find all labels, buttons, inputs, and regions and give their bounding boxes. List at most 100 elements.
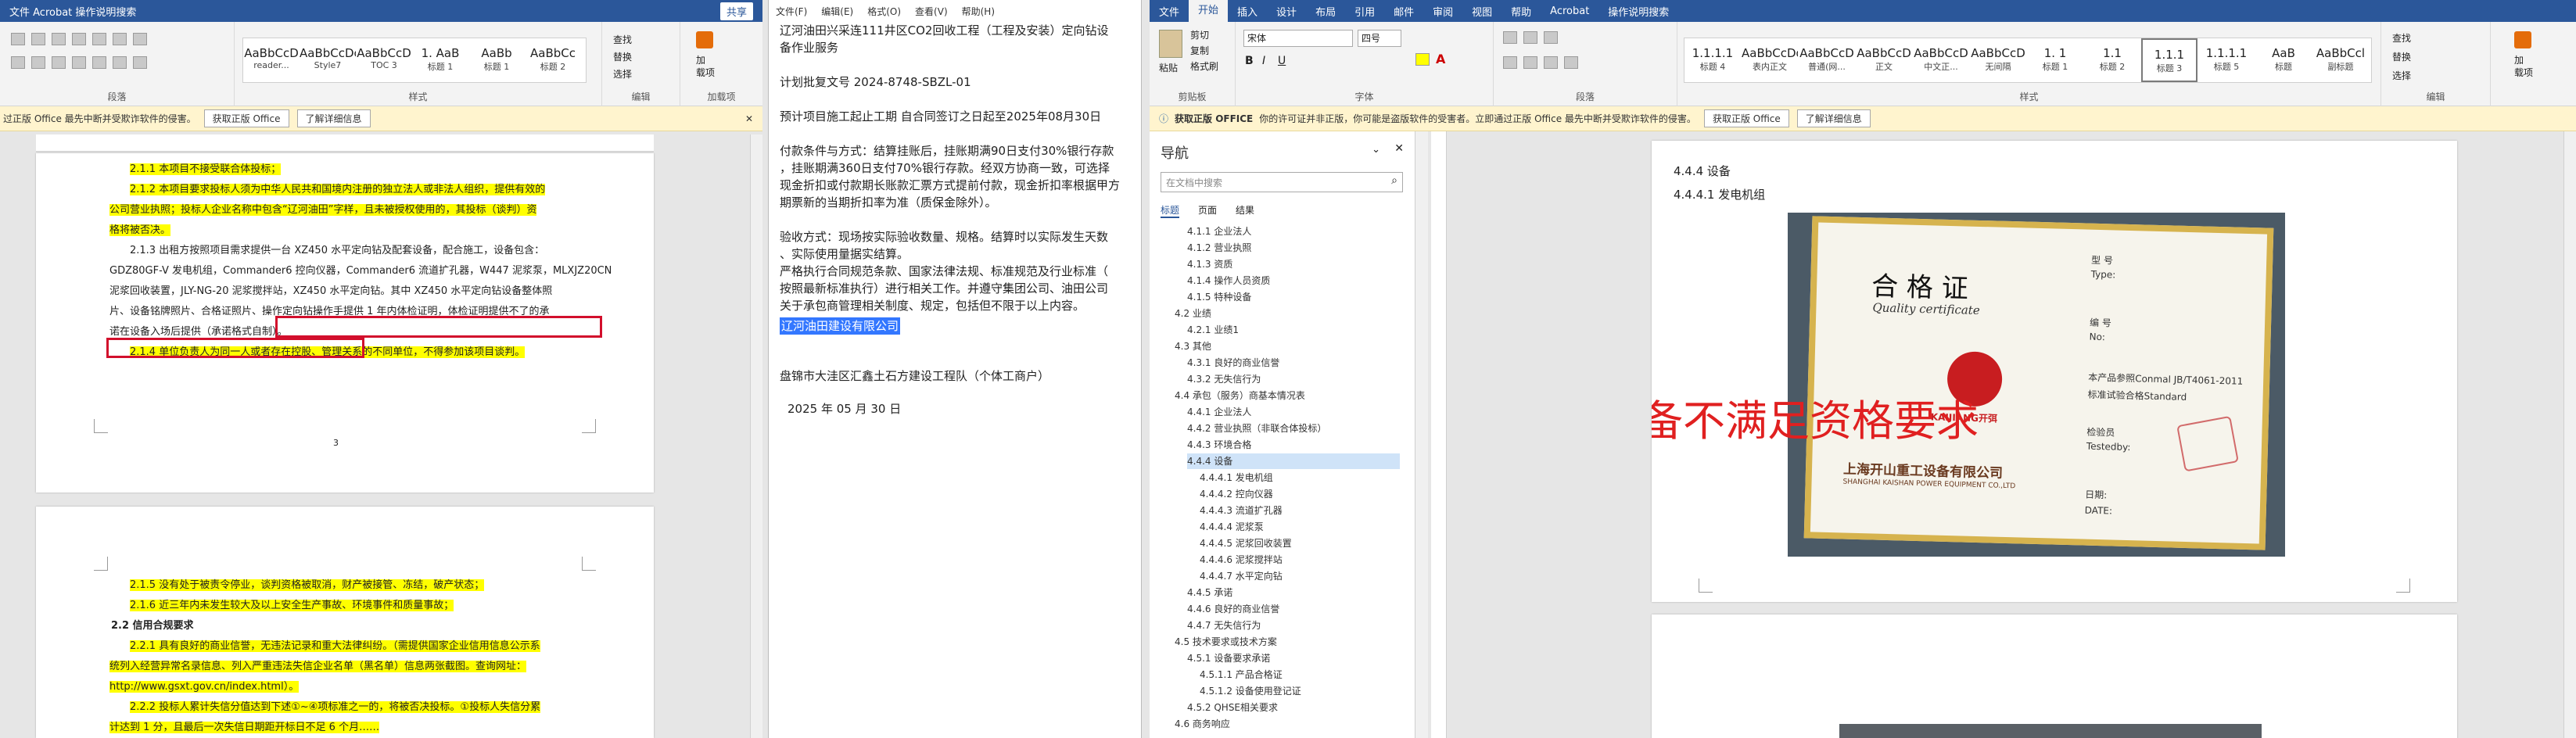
nav-heading-item[interactable]: 4.2.1 业绩1 xyxy=(1187,322,1400,338)
left-get-office-button[interactable]: 获取正版 Office xyxy=(203,109,289,127)
find-button[interactable]: 查找 xyxy=(2392,31,2411,45)
multilevel-icon[interactable] xyxy=(52,33,66,45)
ribbon-tab[interactable]: 引用 xyxy=(1345,4,1384,19)
bold-button[interactable]: B xyxy=(1245,55,1254,67)
justify-icon[interactable] xyxy=(1564,56,1578,69)
search-icon[interactable]: ⌕ xyxy=(1391,174,1397,187)
style-item[interactable]: AaB 标题 xyxy=(2255,38,2312,82)
select-button[interactable]: 选择 xyxy=(613,67,632,81)
font-name-select[interactable]: 宋体 xyxy=(1243,30,1353,47)
nav-heading-item[interactable]: 4.4 承包（服务）商基本情况表 xyxy=(1175,388,1400,403)
align-left-icon[interactable] xyxy=(11,56,25,69)
ribbon-tab[interactable]: 视图 xyxy=(1462,4,1501,19)
nav-heading-item[interactable]: 4.2 业绩 xyxy=(1175,306,1400,321)
format-painter-button[interactable]: 格式刷 xyxy=(1190,59,1218,73)
paste-icon[interactable] xyxy=(1159,30,1182,58)
menu-format[interactable]: 格式(O) xyxy=(860,5,908,18)
align-left-icon[interactable] xyxy=(1503,56,1517,69)
bullets-icon[interactable] xyxy=(11,33,25,45)
numbering-icon[interactable] xyxy=(31,33,45,45)
addin-icon[interactable] xyxy=(696,31,713,48)
style-item[interactable]: 1.1.1 标题 3 xyxy=(2141,38,2197,82)
style-item[interactable]: AaBbCcD TOC 3 xyxy=(356,38,412,82)
nav-tab-headings[interactable]: 标题 xyxy=(1161,203,1180,218)
borders-icon[interactable] xyxy=(133,56,147,69)
nav-heading-item[interactable]: 4.5.2 QHSE相关要求 xyxy=(1187,700,1400,715)
style-item[interactable]: AaBb 标题 1 xyxy=(468,38,525,82)
nav-heading-item[interactable]: 4.1.4 操作人员资质 xyxy=(1187,273,1400,288)
find-button[interactable]: 查找 xyxy=(613,33,632,46)
nav-heading-item[interactable]: 4.4.4 设备 xyxy=(1187,453,1400,469)
style-item[interactable]: AaBbCcDd 表内正文 xyxy=(1742,38,1798,82)
nav-heading-item[interactable]: 4.4.4.3 流道扩孔器 xyxy=(1200,503,1400,518)
style-item[interactable]: 1.1 标题 2 xyxy=(2084,38,2140,82)
right-learn-more-button[interactable]: 了解详细信息 xyxy=(1796,109,1871,127)
bullets-icon[interactable] xyxy=(1503,31,1517,44)
increase-indent-icon[interactable] xyxy=(92,33,106,45)
nav-heading-item[interactable]: 4.4.5 承诺 xyxy=(1187,585,1400,600)
align-center-icon[interactable] xyxy=(31,56,45,69)
nav-heading-item[interactable]: 4.1.5 特种设备 xyxy=(1187,289,1400,305)
selected-company-text[interactable]: 辽河油田建设有限公司 xyxy=(780,317,901,335)
nav-heading-item[interactable]: 4.5.1.2 设备使用登记证 xyxy=(1200,683,1400,699)
menu-help[interactable]: 帮助(H) xyxy=(955,5,1002,18)
align-right-icon[interactable] xyxy=(52,56,66,69)
nav-tab-pages[interactable]: 页面 xyxy=(1198,203,1217,217)
nav-heading-item[interactable]: 4.1.1 企业法人 xyxy=(1187,224,1400,239)
nav-heading-item[interactable]: 4.3 其他 xyxy=(1175,339,1400,354)
paste-button[interactable]: 粘贴 xyxy=(1159,61,1178,74)
font-size-select[interactable]: 四号 xyxy=(1358,30,1401,47)
select-button[interactable]: 选择 xyxy=(2392,69,2411,82)
nav-heading-item[interactable]: 4.1.2 营业执照 xyxy=(1187,240,1400,256)
nav-heading-item[interactable]: 4.4.7 无失信行为 xyxy=(1187,618,1400,633)
nav-heading-item[interactable]: 4.3.2 无失信行为 xyxy=(1187,371,1400,387)
underline-button[interactable]: U xyxy=(1278,55,1286,67)
ribbon-tab[interactable]: 邮件 xyxy=(1384,4,1423,19)
style-item[interactable]: AaBbCcD reader... xyxy=(243,38,300,82)
font-color-icon[interactable]: A xyxy=(1436,52,1445,66)
ribbon-tab[interactable]: 帮助 xyxy=(1501,4,1541,19)
left-scrollbar[interactable] xyxy=(750,134,762,738)
nav-heading-item[interactable]: 4.4.4.4 泥浆泵 xyxy=(1200,519,1400,535)
right-scrollbar[interactable] xyxy=(2563,131,2576,738)
align-right-icon[interactable] xyxy=(1544,56,1558,69)
addin-icon[interactable] xyxy=(2514,31,2531,48)
right-get-office-button[interactable]: 获取正版 Office xyxy=(1703,109,1789,127)
cut-button[interactable]: 剪切 xyxy=(1190,28,1209,41)
style-item[interactable]: AaBbCc 标题 2 xyxy=(525,38,581,82)
style-item[interactable]: AaBbCcDc Style7 xyxy=(300,38,356,82)
nav-heading-item[interactable]: 4.6 商务响应 xyxy=(1175,716,1400,732)
nav-heading-item[interactable]: 4.3.1 良好的商业信誉 xyxy=(1187,355,1400,371)
nav-heading-item[interactable]: 4.4.4.7 水平定向钻 xyxy=(1200,568,1400,584)
style-item[interactable]: 1.1.1.1 标题 4 xyxy=(1684,38,1741,82)
nav-heading-item[interactable]: 4.4.4.2 控向仪器 xyxy=(1200,486,1400,502)
nav-heading-item[interactable]: 4.5.1 设备要求承诺 xyxy=(1187,650,1400,666)
nav-heading-item[interactable]: 4.5.1.1 产品合格证 xyxy=(1200,667,1400,682)
ribbon-tab[interactable]: 开始 xyxy=(1189,0,1229,22)
sort-icon[interactable] xyxy=(113,33,127,45)
ribbon-tab[interactable]: 文件 xyxy=(1150,4,1189,19)
menu-file[interactable]: 文件(F) xyxy=(769,5,814,18)
ribbon-tab[interactable]: Acrobat xyxy=(1541,5,1598,17)
ribbon-tab[interactable]: 插入 xyxy=(1228,4,1267,19)
right-style-gallery[interactable]: 1.1.1.1 标题 4 AaBbCcDd 表内正文 AaBbCcD 普通(网... AaB… xyxy=(1684,38,2372,83)
menu-edit[interactable]: 编辑(E) xyxy=(814,5,860,18)
style-item[interactable]: 1.1.1.1 标题 5 xyxy=(2198,38,2255,82)
nav-scrollbar[interactable] xyxy=(1415,131,1428,738)
ribbon-tab[interactable]: 审阅 xyxy=(1423,4,1462,19)
style-item[interactable]: AaBbCcD 中文正... xyxy=(1913,38,1969,82)
nav-tab-results[interactable]: 结果 xyxy=(1236,203,1254,217)
nav-heading-item[interactable]: 4.1.3 资质 xyxy=(1187,256,1400,272)
highlight-icon[interactable] xyxy=(1415,53,1430,66)
ribbon-tab[interactable]: 设计 xyxy=(1267,4,1306,19)
style-item[interactable]: AaBbCcD 正文 xyxy=(1856,38,1912,82)
replace-button[interactable]: 替换 xyxy=(613,50,632,63)
align-center-icon[interactable] xyxy=(1523,56,1537,69)
style-item[interactable]: AaBbCcD 无间隔 xyxy=(1970,38,2026,82)
left-close-icon[interactable]: ✕ xyxy=(745,113,753,124)
nav-close-icon[interactable]: ✕ xyxy=(1394,142,1404,155)
nav-heading-item[interactable]: 4.4.3 环境合格 xyxy=(1187,437,1400,453)
style-item[interactable]: 1. 1 标题 1 xyxy=(2027,38,2083,82)
nav-heading-item[interactable]: 4.4.4.5 泥浆回收装置 xyxy=(1200,536,1400,551)
nav-options-icon[interactable]: ⌄ xyxy=(1372,144,1380,156)
